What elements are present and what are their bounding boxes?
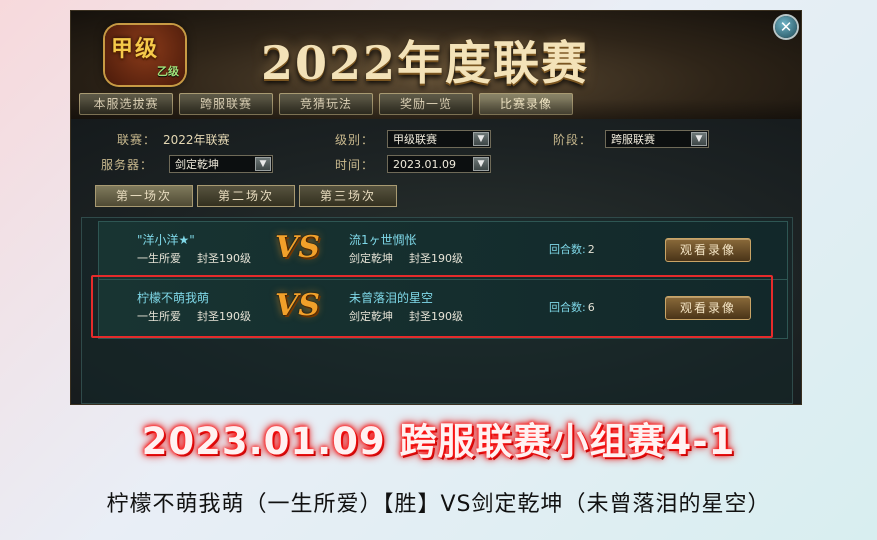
server-label: 服务器： (101, 158, 154, 172)
tab-rewards[interactable]: 奖励一览 (379, 93, 473, 115)
time-select[interactable]: 2023.01.09 ▼ (387, 155, 491, 173)
match-row: "洋小洋★" 一生所爱 封圣190级 VS 流1ヶ世惆怅 剑定乾坤 封圣190级… (98, 221, 788, 281)
logo-main-text: 甲级 (111, 37, 160, 62)
close-icon[interactable]: ✕ (775, 16, 797, 38)
server-select[interactable]: 剑定乾坤 ▼ (169, 155, 273, 173)
tab-cross-server[interactable]: 跨服联赛 (179, 93, 273, 115)
chevron-down-icon[interactable]: ▼ (473, 132, 489, 146)
vs-icon: VS (275, 230, 320, 265)
left-player-name: "洋小洋★" (137, 233, 195, 247)
time-label: 时间： (335, 158, 375, 172)
page-title: 2022年度联赛 (261, 36, 590, 90)
right-player-name: 流1ヶ世惆怅 (349, 233, 417, 247)
subtab-round-1[interactable]: 第一场次 (95, 185, 193, 207)
rounds-count: 回合数: 2 (549, 241, 595, 257)
chevron-down-icon[interactable]: ▼ (473, 157, 489, 171)
subtab-round-3[interactable]: 第三场次 (299, 185, 397, 207)
tab-local-selection[interactable]: 本服选拔赛 (79, 93, 173, 115)
video-caption: 柠檬不萌我萌（一生所爱）【胜】VS剑定乾坤（未曾落泪的星空） (106, 492, 771, 517)
chevron-down-icon[interactable]: ▼ (691, 132, 707, 146)
tab-replays[interactable]: 比赛录像 (479, 93, 573, 115)
stage-select[interactable]: 跨服联赛 ▼ (605, 130, 709, 148)
level-select-value: 甲级联赛 (393, 133, 437, 146)
stage-label: 阶段： (553, 133, 593, 147)
tab-betting[interactable]: 竞猜玩法 (279, 93, 373, 115)
game-window: 甲级 乙级 2022年度联赛 ✕ 本服选拔赛 跨服联赛 竞猜玩法 奖励一览 比赛… (71, 11, 801, 404)
league-logo: 甲级 乙级 (105, 25, 185, 85)
right-player-guild: 剑定乾坤 (349, 252, 393, 265)
league-value: 2022年联赛 (163, 133, 230, 147)
right-player-rank: 封圣190级 (409, 252, 463, 265)
server-select-value: 剑定乾坤 (175, 158, 219, 171)
watch-replay-button[interactable]: 观看录像 (665, 238, 751, 262)
video-headline: 2023.01.09 跨服联赛小组赛4-1 (141, 420, 736, 463)
subtab-round-2[interactable]: 第二场次 (197, 185, 295, 207)
level-label: 级别： (335, 133, 375, 147)
winner-highlight-box (91, 275, 773, 338)
level-select[interactable]: 甲级联赛 ▼ (387, 130, 491, 148)
left-player-guild: 一生所爱 (137, 252, 181, 265)
chevron-down-icon[interactable]: ▼ (255, 157, 271, 171)
rounds-label: 回合数: (549, 243, 586, 256)
time-select-value: 2023.01.09 (393, 158, 456, 171)
league-label: 联赛： (117, 133, 157, 147)
stage-select-value: 跨服联赛 (611, 133, 655, 146)
left-player-rank: 封圣190级 (197, 252, 251, 265)
logo-sub-text: 乙级 (157, 65, 179, 78)
rounds-value: 2 (587, 243, 595, 256)
banner: 甲级 乙级 2022年度联赛 ✕ 本服选拔赛 跨服联赛 竞猜玩法 奖励一览 比赛… (71, 11, 801, 129)
